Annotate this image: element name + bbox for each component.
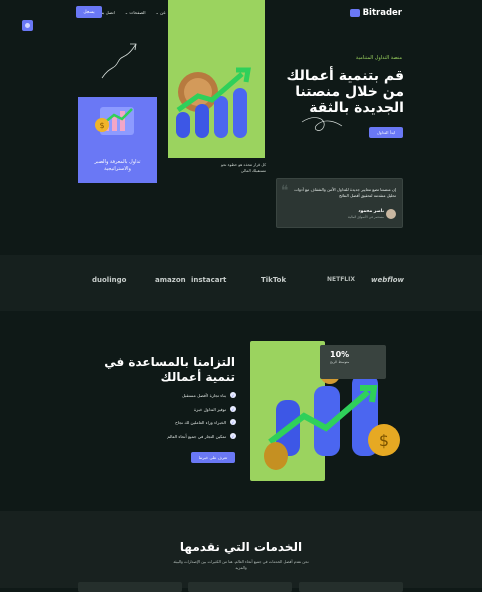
logo-icon [349,9,360,17]
nav-link-pages[interactable]: الصفحات [125,10,145,15]
feature-item: ✓ توفير التداول خبرة [194,406,236,412]
hero-eyebrow: منصة التداول المتنامية [355,55,402,61]
feature-item: ✓ تمكين التجار في جميع أنحاء العالم [167,433,236,439]
section-title: التزامنا بالمساعدة في تنمية أعمالك [104,355,235,384]
brand-tiktok: TikTok [261,276,287,284]
brand-amazon: amazon [155,276,186,284]
brand-logo[interactable]: Bitrader [349,8,402,18]
feature-card-text: تداول بالمعرفة والصبر والاستراتيجية [94,159,141,172]
services-subtitle: نحن نقدم أفضل الخدمات في جميع أنحاء العا… [173,559,309,570]
testimonial-text: إن منصتنا تضع معايير جديدة للتداول الآمن… [294,187,396,198]
avatar [386,209,396,219]
svg-text:$: $ [379,431,389,450]
hero-note: كل قرار تتخذه هو خطوة نحو مستقبلك المالي [221,162,266,173]
feature-label: تمكين التجار في جميع أنحاء العالم [167,433,226,439]
testimonial-name: ناصر محمود [358,209,384,214]
service-card[interactable] [188,582,292,592]
logo-text: Bitrader [362,8,402,18]
testimonial-card [276,178,403,228]
testimonial-role: مستثمر في الأسواق المالية [348,215,384,219]
settings-icon[interactable] [22,20,33,31]
nav-link-about[interactable]: عن [156,10,166,15]
signup-button[interactable]: يسجل [76,6,102,18]
service-card[interactable] [78,582,182,592]
check-icon: ✓ [230,392,236,398]
start-trading-button[interactable]: ابدأ التداول [369,127,403,138]
brand-instacart: instacart [191,276,227,284]
chart-icon: $ [95,107,134,135]
feature-label: توفير التداول خبرة [193,406,226,412]
brand-webflow: webflow [371,276,405,284]
learn-more-button[interactable]: تعرف على خبرتنا [191,452,235,463]
services-title: الخدمات التي نقدمها [179,540,303,554]
feature-label: بناء تجارة لأفضل مستقبل [181,392,226,398]
feature-item: ✓ بناء تجارة لأفضل مستقبل [182,392,236,398]
brand-duolingo: duolingo [92,276,127,284]
brands-strip [0,255,482,311]
brand-netflix: NETFLIX [327,276,355,283]
check-icon: ✓ [230,433,236,439]
feature-label: الخبراء وراء العاملين لك نجاح [175,419,226,425]
arrow-decoration [301,117,343,131]
check-icon: ✓ [230,406,236,412]
stat-label: متوسط الربح [330,360,350,364]
check-icon: ✓ [230,419,236,425]
feature-item: ✓ الخبراء وراء العاملين لك نجاح [175,419,236,425]
stat-value: 10% [330,350,350,359]
hero-title: قم بتنمية أعمالك من خلال منصتنا الجديدة … [286,68,404,116]
service-card[interactable] [299,582,403,592]
svg-text:$: $ [99,121,104,130]
hero-image-card [168,0,265,158]
curve-decoration [101,43,137,79]
chart-illustration [176,67,251,138]
